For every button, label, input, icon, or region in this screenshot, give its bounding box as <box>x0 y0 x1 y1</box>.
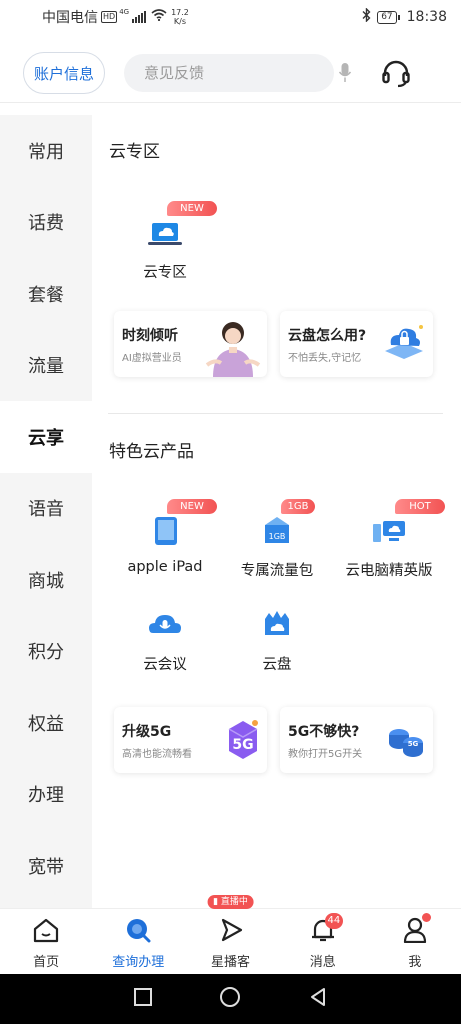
search-query-icon <box>124 917 152 947</box>
5g-illustration-icon: 5G <box>225 717 261 767</box>
category-sidebar: 常用 话费 套餐 流量 云享 语音 商城 积分 权益 办理 宽带 <box>0 115 92 908</box>
badge-new: NEW <box>167 499 217 514</box>
network-speed: 17.2 K/s <box>171 8 189 26</box>
hd-indicator: HD <box>101 11 118 23</box>
bluetooth-icon <box>362 7 371 26</box>
tile-label: 专属流量包 <box>240 563 314 579</box>
virtual-agent-avatar-icon <box>205 317 261 377</box>
badge-new: NEW <box>167 201 217 216</box>
card-subtitle: 不怕丢失,守记忆 <box>288 353 362 364</box>
sidebar-item-cloud[interactable]: 云享 <box>0 401 92 473</box>
live-bars-icon: ▮ <box>213 897 221 907</box>
nav-me[interactable]: 我 <box>369 909 461 974</box>
section-title-cloud-zone: 云专区 <box>109 142 160 162</box>
nav-home[interactable]: 首页 <box>0 909 92 974</box>
wifi-icon <box>151 9 167 25</box>
card-subtitle: 教你打开5G开关 <box>288 749 363 760</box>
card-5g-not-fast[interactable]: 5G不够快? 教你打开5G开关 5G <box>280 707 433 773</box>
network-type: 4G <box>119 8 130 16</box>
nav-star-podcast[interactable]: ▮ 直播中 星播客 <box>184 895 276 974</box>
recent-apps-icon[interactable] <box>133 987 153 1011</box>
feedback-search-input[interactable] <box>144 64 338 82</box>
message-count-badge: 44 <box>324 913 344 929</box>
svg-text:1GB: 1GB <box>269 532 286 541</box>
speed-unit: K/s <box>173 17 187 26</box>
section-title-featured-products: 特色云产品 <box>109 442 194 462</box>
data-pack-icon: 1GB 1GB <box>257 499 315 551</box>
nav-messages[interactable]: 44 消息 <box>277 909 369 974</box>
nav-label: 星播客 <box>211 955 251 970</box>
nav-label: 查询办理 <box>112 955 165 970</box>
sidebar-item-phone-bill[interactable]: 话费 <box>0 187 92 259</box>
tile-apple-ipad[interactable]: NEW apple iPad <box>110 499 220 575</box>
badge-hot: HOT <box>395 499 445 514</box>
live-badge: ▮ 直播中 <box>207 895 254 909</box>
cloud-drive-icon <box>257 605 297 645</box>
cloud-pc-icon: HOT <box>369 499 445 551</box>
cloud-meeting-icon <box>145 605 185 645</box>
tile-cloud-drive[interactable]: 云盘 <box>222 605 332 674</box>
sidebar-item-common[interactable]: 常用 <box>0 115 92 187</box>
clock: 18:38 <box>406 9 447 25</box>
svg-text:5G: 5G <box>408 740 419 748</box>
main-content: 云专区 NEW 云专区 时刻倾听 AI虚拟营业员 云盘怎么用? 不怕丢失,守记忆… <box>92 115 461 908</box>
badge-1gb: 1GB <box>281 499 315 514</box>
card-title: 时刻倾听 <box>122 328 178 344</box>
back-triangle-icon[interactable] <box>308 987 328 1011</box>
tile-label: 云盘 <box>262 657 292 673</box>
card-title: 云盘怎么用? <box>288 328 367 344</box>
card-subtitle: 高清也能流畅看 <box>122 749 192 760</box>
status-bar: 中国电信 HD 4G 17.2 K/s 67 18:38 <box>0 0 461 34</box>
microphone-icon[interactable] <box>338 62 352 84</box>
system-navigation-bar <box>0 974 461 1024</box>
sidebar-item-mall[interactable]: 商城 <box>0 544 92 616</box>
play-arrow-icon <box>217 917 245 947</box>
tile-label: 云电脑精英版 <box>345 563 433 579</box>
nav-label: 我 <box>408 955 422 970</box>
notification-dot <box>422 913 432 922</box>
tile-data-pack[interactable]: 1GB 1GB 专属流量包 <box>222 499 332 580</box>
sidebar-item-data[interactable]: 流量 <box>0 330 92 402</box>
card-ai-listen[interactable]: 时刻倾听 AI虚拟营业员 <box>114 311 267 377</box>
sidebar-item-plan[interactable]: 套餐 <box>0 258 92 330</box>
card-upgrade-5g[interactable]: 升级5G 高清也能流畅看 5G <box>114 707 267 773</box>
tablet-icon: NEW <box>145 499 217 551</box>
tile-cloud-meeting[interactable]: 云会议 <box>110 605 220 674</box>
speed-value: 17.2 <box>171 8 189 17</box>
carrier-name: 中国电信 <box>42 10 98 26</box>
tile-cloud-pc-elite[interactable]: HOT 云电脑精英版 <box>334 499 445 580</box>
nav-label: 首页 <box>33 955 60 970</box>
cloud-laptop-icon: NEW <box>145 201 217 253</box>
bottom-navigation: 首页 查询办理 ▮ 直播中 星播客 44 消息 我 <box>0 895 461 974</box>
tile-label: apple iPad <box>127 559 203 575</box>
5g-toggle-illustration-icon: 5G <box>385 719 427 765</box>
card-title: 5G不够快? <box>288 724 360 740</box>
sidebar-item-benefits[interactable]: 权益 <box>0 687 92 759</box>
home-icon <box>32 917 60 947</box>
account-info-button[interactable]: 账户信息 <box>23 52 105 94</box>
battery-icon: 67 <box>377 10 401 24</box>
cloud-lock-illustration-icon <box>381 319 427 367</box>
sidebar-item-handle[interactable]: 办理 <box>0 759 92 831</box>
card-subtitle: AI虚拟营业员 <box>122 353 182 364</box>
search-bar[interactable] <box>124 54 352 92</box>
header-divider <box>0 102 461 103</box>
signal-icon <box>132 11 147 23</box>
nav-query[interactable]: 查询办理 <box>92 909 184 974</box>
tile-label: 云会议 <box>143 657 187 673</box>
section-divider <box>108 413 443 414</box>
card-cloud-drive-howto[interactable]: 云盘怎么用? 不怕丢失,守记忆 <box>280 311 433 377</box>
tile-cloud-zone[interactable]: NEW 云专区 <box>110 201 220 282</box>
nav-label: 消息 <box>309 955 336 970</box>
live-badge-label: 直播中 <box>220 897 248 907</box>
sidebar-item-voice[interactable]: 语音 <box>0 473 92 545</box>
card-title: 升级5G <box>122 724 172 740</box>
svg-text:5G: 5G <box>232 737 253 753</box>
customer-service-headset-icon[interactable] <box>380 58 412 90</box>
tile-label: 云专区 <box>143 265 187 281</box>
sidebar-item-broadband[interactable]: 宽带 <box>0 830 92 902</box>
sidebar-item-points[interactable]: 积分 <box>0 616 92 688</box>
home-circle-icon[interactable] <box>219 986 241 1012</box>
header: 账户信息 <box>0 52 461 96</box>
